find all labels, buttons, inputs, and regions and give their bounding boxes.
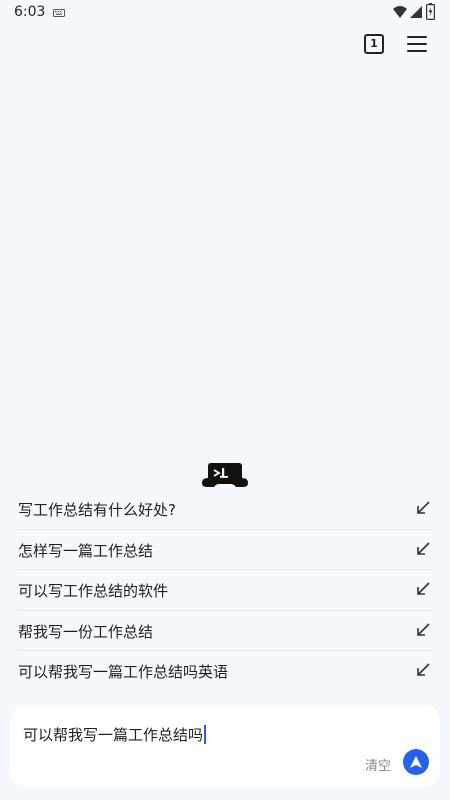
query-input-value: 可以帮我写一篇工作总结吗: [23, 726, 204, 744]
tabs-button[interactable]: 1: [362, 32, 386, 56]
tab-count: 1: [364, 34, 384, 54]
query-input[interactable]: 可以帮我写一篇工作总结吗: [23, 724, 207, 745]
suggestion-text: 写工作总结有什么好处?: [18, 501, 176, 519]
fill-arrow-icon[interactable]: [416, 501, 430, 515]
suggestion-item[interactable]: 怎样写一篇工作总结: [18, 530, 432, 570]
fill-arrow-icon[interactable]: [416, 663, 430, 677]
wifi-icon: [393, 6, 407, 18]
fill-arrow-icon[interactable]: [416, 582, 430, 596]
menu-icon: [407, 36, 427, 39]
suggestion-list: 写工作总结有什么好处? 怎样写一篇工作总结 可以写工作总结的软件 帮我写一份工作…: [18, 489, 432, 692]
fill-arrow-icon[interactable]: [416, 541, 430, 556]
suggestion-item[interactable]: 写工作总结有什么好处?: [18, 489, 432, 530]
battery-charging-icon: [426, 3, 435, 20]
menu-button[interactable]: [405, 33, 429, 55]
clear-button[interactable]: 清空: [365, 755, 391, 774]
status-bar: 6:03: [0, 0, 450, 26]
suggestion-text: 可以写工作总结的软件: [18, 582, 169, 600]
mascot-logo-icon: [202, 463, 248, 487]
send-arrow-icon: [410, 756, 422, 768]
text-cursor: [204, 725, 207, 744]
fill-arrow-icon[interactable]: [416, 622, 430, 637]
signal-icon: [410, 6, 422, 18]
status-time: 6:03: [14, 4, 46, 20]
suggestion-text: 可以帮我写一篇工作总结吗英语: [18, 663, 229, 681]
send-button[interactable]: [403, 749, 429, 775]
suggestion-item[interactable]: 可以帮我写一篇工作总结吗英语: [18, 651, 432, 692]
suggestion-item[interactable]: 可以写工作总结的软件: [18, 570, 432, 611]
keyboard-icon: [53, 9, 65, 17]
suggestion-text: 帮我写一份工作总结: [18, 622, 154, 641]
suggestion-item[interactable]: 帮我写一份工作总结: [18, 611, 432, 651]
query-input-card[interactable]: 可以帮我写一篇工作总结吗 清空: [10, 705, 440, 787]
suggestion-text: 怎样写一篇工作总结: [18, 541, 154, 560]
